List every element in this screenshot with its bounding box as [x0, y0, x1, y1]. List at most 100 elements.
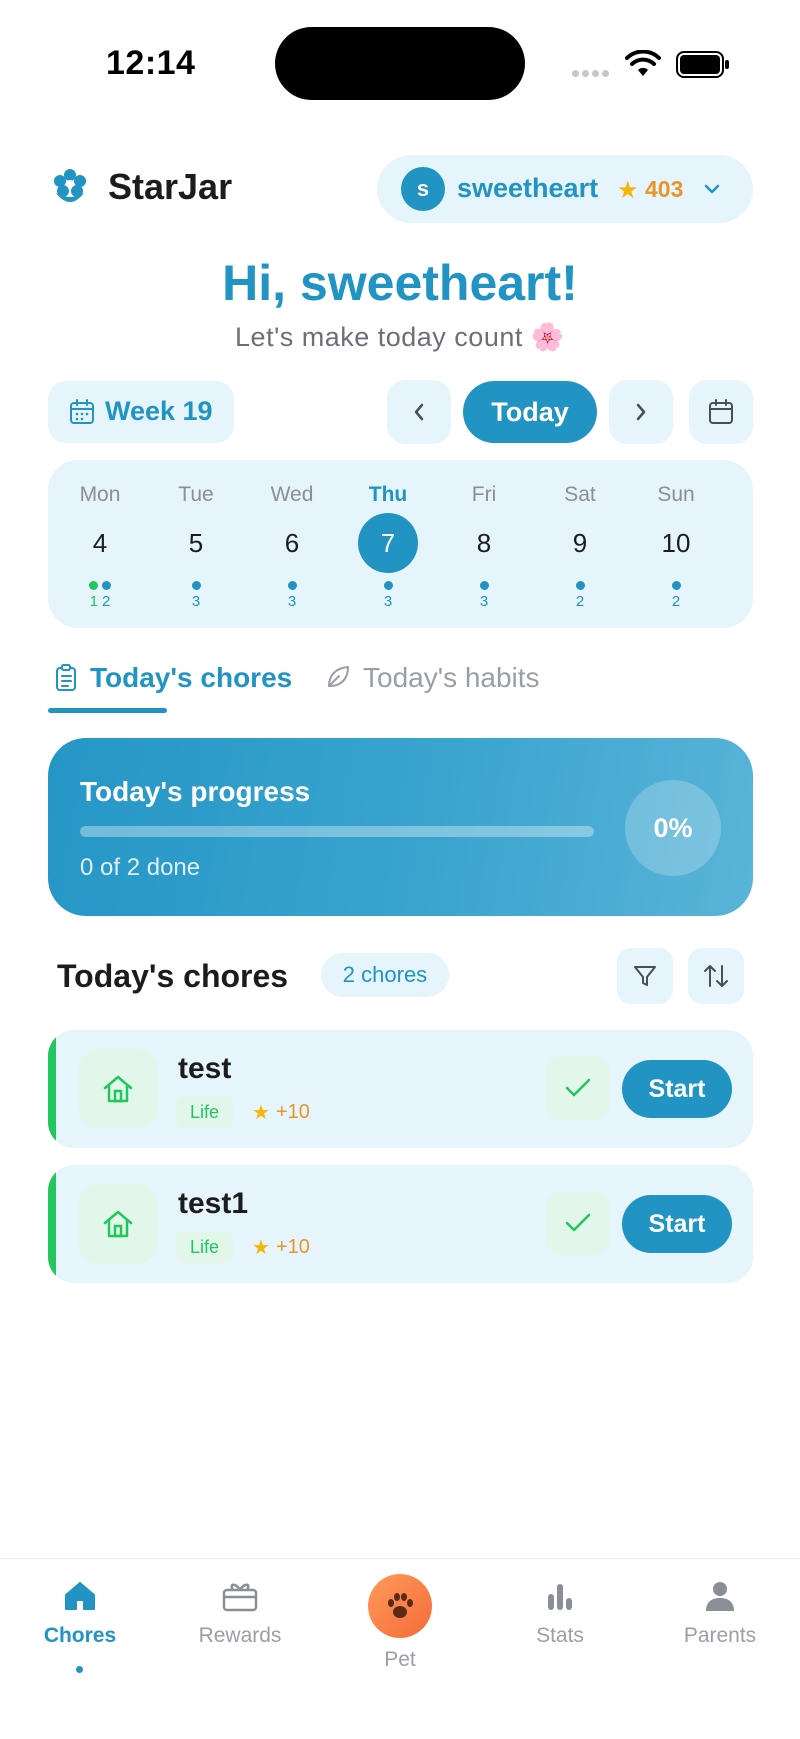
calendar-day[interactable]: Wed 6 3 [244, 460, 340, 628]
dynamic-island [275, 27, 525, 100]
profile-name: sweetheart [457, 173, 599, 203]
chore-icon [78, 1184, 158, 1264]
person-icon [706, 1582, 734, 1611]
week-calendar-strip: Mon 4 1 2 Tue 5 3 Wed 6 3 Thu 7 3 Fri 8 3 Sat 9 2 Sun 10 2 [48, 460, 753, 628]
tab-todays-habits[interactable]: Today's habits [363, 662, 540, 694]
calendar-day[interactable]: Fri 8 3 [436, 460, 532, 628]
home-icon [103, 1210, 133, 1238]
chevron-right-icon [636, 403, 646, 421]
section-title: Today's chores [57, 958, 289, 994]
day-number: 9 [572, 528, 588, 558]
next-week-button[interactable] [609, 380, 673, 444]
previous-week-button[interactable] [387, 380, 451, 444]
progress-title: Today's progress [80, 776, 311, 807]
chore-count: 2 [102, 593, 111, 610]
chore-dot [102, 581, 111, 590]
day-number: 7 [358, 513, 418, 573]
sort-button[interactable] [688, 948, 744, 1004]
today-button[interactable]: Today [463, 381, 597, 443]
calendar-day[interactable]: Tue 5 3 [148, 460, 244, 628]
leaf-icon [328, 666, 349, 687]
category-accent-bar [48, 1030, 56, 1148]
tab-todays-chores[interactable]: Today's chores [90, 662, 292, 694]
chore-count: 1 [89, 593, 98, 610]
category-accent-bar [48, 1165, 56, 1283]
day-name: Sat [564, 483, 596, 506]
nav-label: Chores [43, 1624, 117, 1647]
category-tag: Life [176, 1096, 234, 1128]
complete-button[interactable] [546, 1056, 610, 1120]
status-time: 12:14 [106, 44, 196, 82]
nav-label: Pet [384, 1648, 416, 1671]
chevron-down-icon [704, 184, 720, 194]
chore-dots [628, 581, 724, 590]
complete-button[interactable] [546, 1191, 610, 1255]
filter-button[interactable] [617, 948, 673, 1004]
nav-item-rewards[interactable]: Rewards [160, 1578, 320, 1648]
chore-dot [383, 581, 393, 590]
star-icon: ★ [252, 1237, 270, 1259]
home-icon [103, 1075, 133, 1103]
greeting-title: Hi, sweetheart! [222, 255, 578, 311]
chore-counts: 3 [436, 593, 532, 610]
day-name: Thu [368, 483, 408, 506]
star-icon: ★ [617, 177, 639, 204]
chore-dots [52, 581, 148, 590]
chore-count: 3 [191, 593, 201, 610]
chore-icon [78, 1049, 158, 1129]
chore-counts: 2 [532, 593, 628, 610]
nav-item-stats[interactable]: Stats [480, 1578, 640, 1648]
open-calendar-button[interactable] [689, 380, 753, 444]
wifi-icon [625, 50, 661, 76]
day-name: Mon [79, 483, 121, 506]
chore-counts: 3 [340, 593, 436, 610]
nav-item-pet[interactable]: Pet [320, 1574, 480, 1672]
chore-card[interactable]: test1 Life ★ +10 Start [48, 1165, 753, 1283]
calendar-icon [70, 399, 94, 424]
day-number: 8 [476, 528, 492, 558]
nav-label: Stats [536, 1624, 584, 1647]
day-name: Tue [178, 483, 214, 506]
nav-label: Rewards [198, 1624, 282, 1647]
filter-icon [634, 966, 656, 986]
star-icon: ★ [252, 1102, 270, 1124]
points-count: 403 [645, 176, 684, 202]
calendar-day[interactable]: Sat 9 2 [532, 460, 628, 628]
chore-count: 2 [575, 593, 585, 610]
day-number: 10 [661, 528, 691, 558]
chore-dot [287, 581, 297, 590]
nav-label: Parents [683, 1624, 757, 1647]
clipboard-icon [56, 664, 76, 691]
home-icon [65, 1582, 95, 1610]
chore-counts: 2 [628, 593, 724, 610]
pet-button [368, 1574, 432, 1638]
start-button[interactable]: Start [622, 1060, 732, 1118]
chore-points: +10 [276, 1101, 310, 1123]
chore-count-badge: 2 chores [321, 953, 449, 997]
calendar-icon [709, 399, 733, 424]
chevron-left-icon [414, 403, 424, 421]
chore-count: 3 [479, 593, 489, 610]
calendar-day[interactable]: Thu 7 3 [340, 460, 436, 628]
day-name: Wed [270, 483, 314, 506]
day-number: 6 [284, 528, 300, 558]
chore-card[interactable]: test Life ★ +10 Start [48, 1030, 753, 1148]
active-nav-dot [76, 1666, 83, 1673]
category-tag: Life [176, 1231, 234, 1263]
day-name: Sun [657, 483, 695, 506]
start-button[interactable]: Start [622, 1195, 732, 1253]
sort-icon [704, 965, 728, 987]
chore-count: 3 [383, 593, 393, 610]
calendar-day[interactable]: Sun 10 2 [628, 460, 724, 628]
active-tab-indicator [48, 708, 167, 713]
calendar-day[interactable]: Mon 4 1 2 [52, 460, 148, 628]
chore-dot [479, 581, 489, 590]
chore-name: test [178, 1052, 232, 1085]
day-name: Fri [471, 483, 497, 506]
flower-logo-icon [54, 169, 86, 202]
chore-counts: 3 [244, 593, 340, 610]
avatar: s [401, 167, 445, 211]
nav-item-parents[interactable]: Parents [640, 1578, 800, 1648]
nav-item-chores[interactable]: Chores [0, 1578, 160, 1648]
gift-icon [222, 1583, 258, 1612]
